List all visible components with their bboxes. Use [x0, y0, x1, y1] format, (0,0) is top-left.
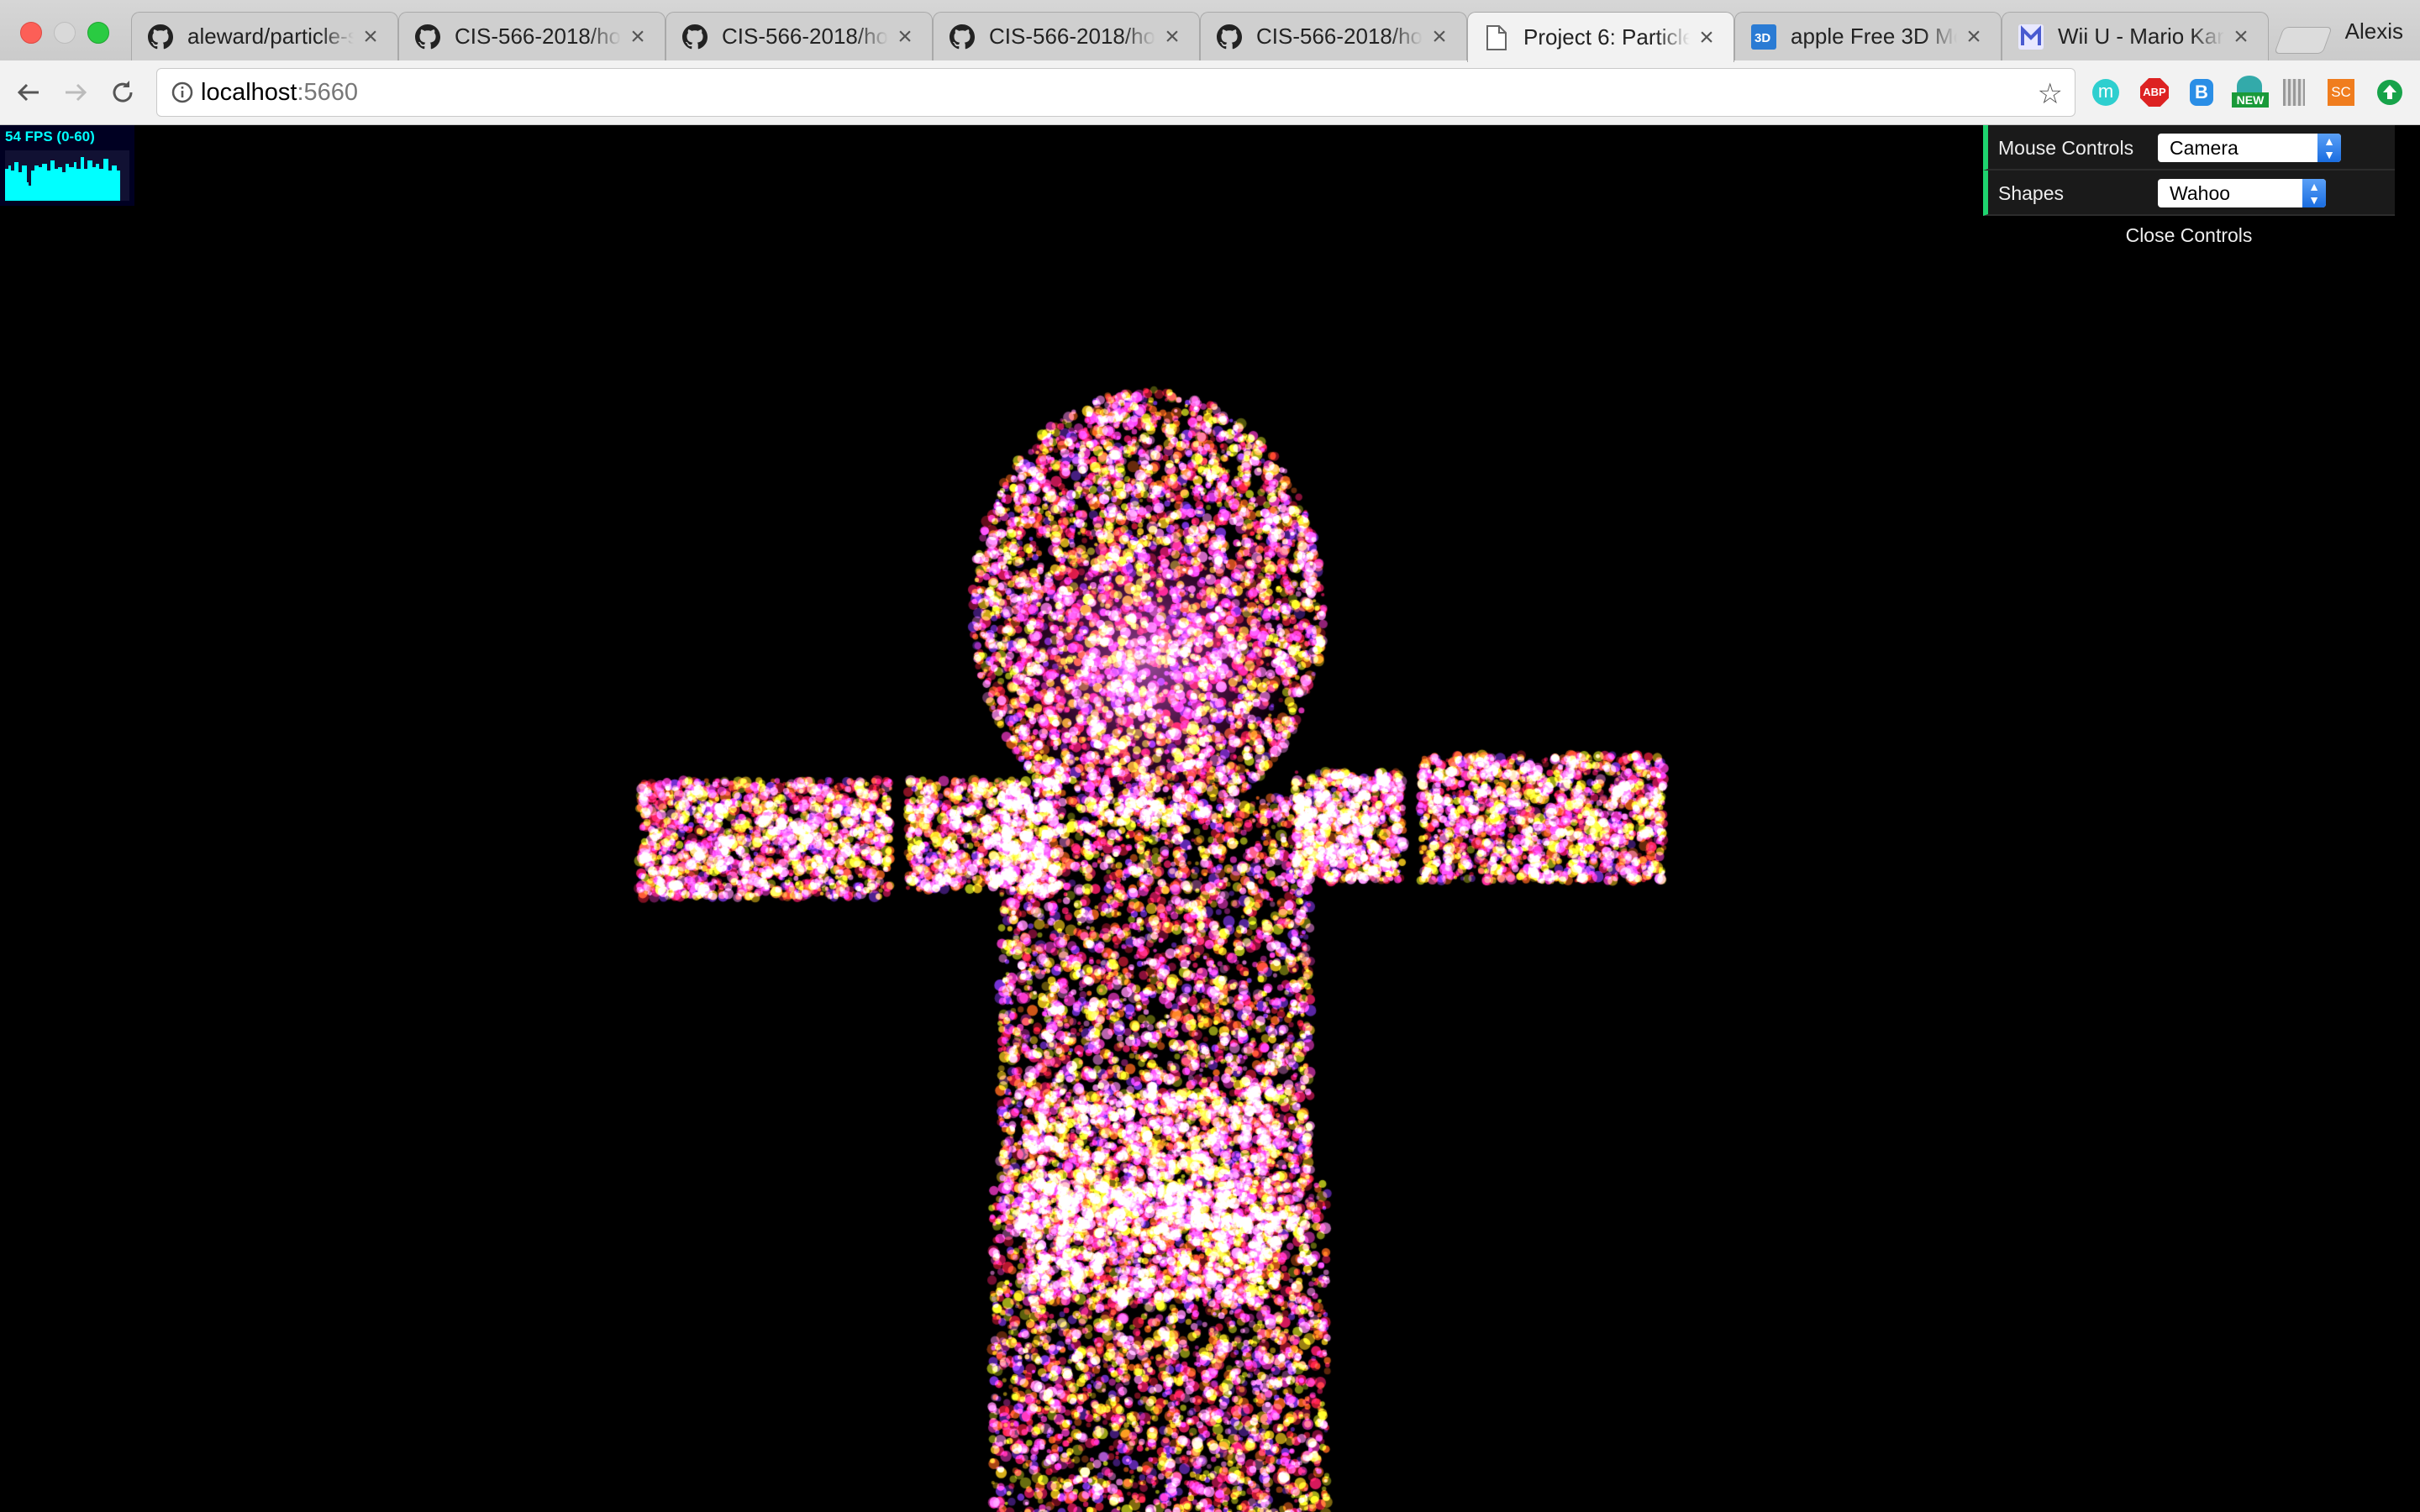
forward-button[interactable] — [59, 76, 92, 109]
github-icon — [1216, 24, 1243, 50]
browser-title-bar: aleward/particle-s × CIS-566-2018/hon × CIS-… — [0, 0, 2420, 62]
shapes-label: Shapes — [1998, 182, 2065, 204]
tab-close-icon[interactable]: × — [1697, 24, 1717, 52]
tab-close-icon[interactable]: × — [360, 23, 381, 51]
fps-readout: 54 FPS (0-60) — [5, 129, 95, 144]
mouse-controls-value: Camera — [2170, 137, 2238, 159]
github-icon — [949, 24, 976, 50]
reload-button[interactable] — [106, 76, 139, 109]
adblock-label: ABP — [2140, 78, 2169, 107]
browser-tab[interactable]: 3D apple Free 3D Moc × — [1734, 12, 2002, 60]
url-port: :5660 — [297, 79, 359, 106]
shapes-select[interactable]: Wahoo ▲ ▼ — [2158, 179, 2326, 207]
url-host: localhost — [201, 79, 297, 106]
particle-canvas[interactable] — [0, 125, 2420, 1512]
fps-graph — [5, 150, 129, 201]
address-bar[interactable]: localhost:5660 ☆ — [156, 68, 2075, 117]
new-tab-button[interactable] — [2274, 27, 2333, 54]
browser-tab[interactable]: CIS-566-2018/hon × — [933, 12, 1200, 60]
sc-extension-label: SC — [2328, 79, 2354, 106]
document-icon — [1483, 24, 1510, 51]
m-site-icon — [2018, 24, 2044, 50]
tab-close-icon[interactable]: × — [1964, 23, 1984, 51]
url-text: localhost:5660 — [201, 79, 358, 107]
bookmark-star-icon[interactable]: ☆ — [2038, 77, 2063, 111]
tab-title: CIS-566-2018/hon — [722, 24, 888, 49]
mouse-controls-row: Mouse Controls Camera ▲ ▼ — [1983, 125, 2395, 171]
profile-name[interactable]: Alexis — [2345, 18, 2403, 45]
tab-close-icon[interactable]: × — [628, 23, 648, 51]
site-info-icon[interactable] — [171, 81, 194, 108]
tab-close-icon[interactable]: × — [895, 23, 915, 51]
browser-tab[interactable]: CIS-566-2018/hon × — [666, 12, 933, 60]
select-arrows-icon: ▲ ▼ — [2317, 134, 2341, 162]
github-icon — [681, 24, 708, 50]
browser-tab[interactable]: CIS-566-2018/hon × — [398, 12, 666, 60]
shapes-row: Shapes Wahoo ▲ ▼ — [1983, 171, 2395, 216]
fps-graph-bars — [5, 157, 120, 201]
tab-title: aleward/particle-s — [187, 24, 354, 49]
tab-title: CIS-566-2018/hon — [989, 24, 1155, 49]
b-extension-icon[interactable]: B — [2186, 77, 2217, 108]
window-minimize-button[interactable] — [54, 22, 76, 44]
barcode-extension-icon[interactable] — [2279, 77, 2309, 108]
green-upload-icon[interactable] — [2375, 77, 2405, 108]
tab-close-icon[interactable]: × — [1162, 23, 1182, 51]
svg-text:3D: 3D — [1754, 31, 1770, 45]
mouse-controls-label: Mouse Controls — [1998, 137, 2134, 159]
browser-toolbar: localhost:5660 ☆ m ABP B NEW SC — [0, 60, 2420, 125]
shapes-value: Wahoo — [2170, 182, 2231, 204]
back-button[interactable] — [12, 76, 45, 109]
reload-icon — [113, 81, 133, 102]
new-extension-icon[interactable]: NEW — [2232, 76, 2269, 108]
tab-title: Wii U - Mario Kart — [2058, 24, 2224, 49]
3d-site-icon: 3D — [1750, 24, 1777, 50]
m-extension-label: m — [2092, 79, 2119, 106]
browser-tab[interactable]: aleward/particle-s × — [131, 12, 398, 60]
tab-title: Project 6: Particle — [1523, 24, 1690, 50]
fps-stats-panel[interactable]: 54 FPS (0-60) — [0, 125, 134, 206]
tab-close-icon[interactable]: × — [2231, 23, 2251, 51]
tab-title: CIS-566-2018/hon — [1256, 24, 1423, 49]
browser-tab[interactable]: Project 6: Particle × — [1467, 12, 1734, 62]
window-close-button[interactable] — [20, 22, 42, 44]
dat-gui-panel: Mouse Controls Camera ▲ ▼ Shapes Wahoo ▲ ▼… — [1983, 125, 2395, 249]
window-zoom-button[interactable] — [87, 22, 109, 44]
tab-title: CIS-566-2018/hon — [455, 24, 621, 49]
m-extension-icon[interactable]: m — [2091, 77, 2121, 108]
sc-extension-icon[interactable]: SC — [2326, 77, 2356, 108]
back-arrow-icon — [17, 83, 39, 102]
mouse-controls-select[interactable]: Camera ▲ ▼ — [2158, 134, 2341, 162]
github-icon — [147, 24, 174, 50]
browser-tab[interactable]: CIS-566-2018/hon × — [1200, 12, 1467, 60]
select-arrows-icon: ▲ ▼ — [2302, 179, 2326, 207]
tab-title: apple Free 3D Moc — [1791, 24, 1957, 49]
close-controls-button[interactable]: Close Controls — [1983, 216, 2395, 249]
forward-arrow-icon — [66, 83, 87, 102]
tab-close-icon[interactable]: × — [1429, 23, 1449, 51]
browser-tab[interactable]: Wii U - Mario Kart × — [2002, 12, 2269, 60]
github-icon — [414, 24, 441, 50]
new-badge: NEW — [2232, 92, 2269, 108]
b-extension-label: B — [2190, 79, 2213, 106]
adblock-plus-icon[interactable]: ABP — [2139, 77, 2170, 108]
webgl-page[interactable]: 54 FPS (0-60) Mouse Controls Camera ▲ ▼ S… — [0, 125, 2420, 1512]
